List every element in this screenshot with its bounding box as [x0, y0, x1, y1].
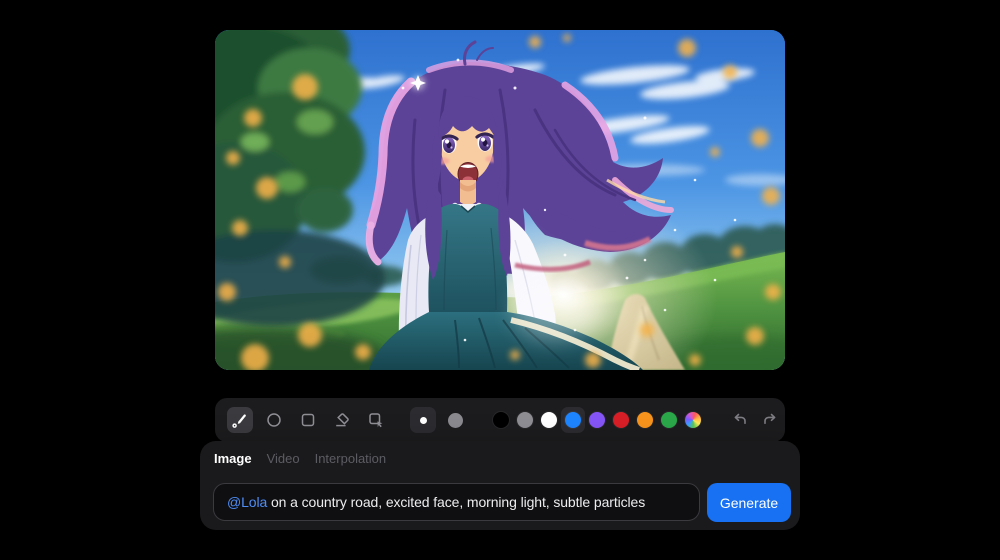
prompt-panel: Image Video Interpolation @Lola on a cou… — [200, 441, 800, 530]
undo-icon — [731, 411, 749, 429]
brush-size-large-button[interactable] — [442, 407, 468, 433]
generate-button[interactable]: Generate — [707, 483, 791, 522]
tab-video[interactable]: Video — [267, 450, 300, 468]
prompt-input[interactable]: @Lola on a country road, excited face, m… — [213, 483, 700, 521]
color-purple-button[interactable] — [585, 407, 609, 433]
white-swatch — [541, 412, 557, 428]
mode-tabs: Image Video Interpolation — [214, 450, 386, 468]
color-red-button[interactable] — [609, 407, 633, 433]
ellipse-icon — [265, 411, 283, 429]
color-black-button[interactable] — [489, 407, 513, 433]
green-swatch — [661, 412, 677, 428]
tab-image[interactable]: Image — [214, 450, 252, 468]
prompt-mention: @Lola — [227, 494, 267, 510]
color-orange-button[interactable] — [633, 407, 657, 433]
rectangle-tool-button[interactable] — [295, 407, 321, 433]
select-icon — [367, 411, 385, 429]
color-rainbow-button[interactable] — [681, 407, 705, 433]
rainbow-swatch — [685, 412, 701, 428]
redo-icon — [761, 411, 779, 429]
color-gray-button[interactable] — [513, 407, 537, 433]
color-white-button[interactable] — [537, 407, 561, 433]
tab-interpolation[interactable]: Interpolation — [315, 450, 387, 468]
prompt-text: on a country road, excited face, morning… — [267, 494, 645, 510]
eraser-icon — [333, 411, 351, 429]
brush-icon — [231, 411, 249, 429]
eraser-tool-button[interactable] — [329, 407, 355, 433]
canvas-image[interactable] — [215, 30, 785, 370]
color-green-button[interactable] — [657, 407, 681, 433]
brush-tool-button[interactable] — [227, 407, 253, 433]
color-blue-button[interactable] — [561, 407, 585, 433]
blue-swatch — [565, 412, 581, 428]
color-palette — [481, 398, 717, 442]
ellipse-tool-button[interactable] — [261, 407, 287, 433]
rectangle-icon — [299, 411, 317, 429]
select-tool-button[interactable] — [363, 407, 389, 433]
redo-button[interactable] — [755, 407, 785, 433]
orange-swatch — [637, 412, 653, 428]
red-swatch — [613, 412, 629, 428]
brush-size-small-button[interactable] — [410, 407, 436, 433]
purple-swatch — [589, 412, 605, 428]
large-dot-icon — [448, 413, 463, 428]
drawing-toolbar — [215, 398, 785, 442]
canvas-art — [215, 30, 785, 370]
gray-swatch — [517, 412, 533, 428]
undo-button[interactable] — [725, 407, 755, 433]
small-dot-icon — [420, 417, 427, 424]
black-swatch — [493, 412, 509, 428]
